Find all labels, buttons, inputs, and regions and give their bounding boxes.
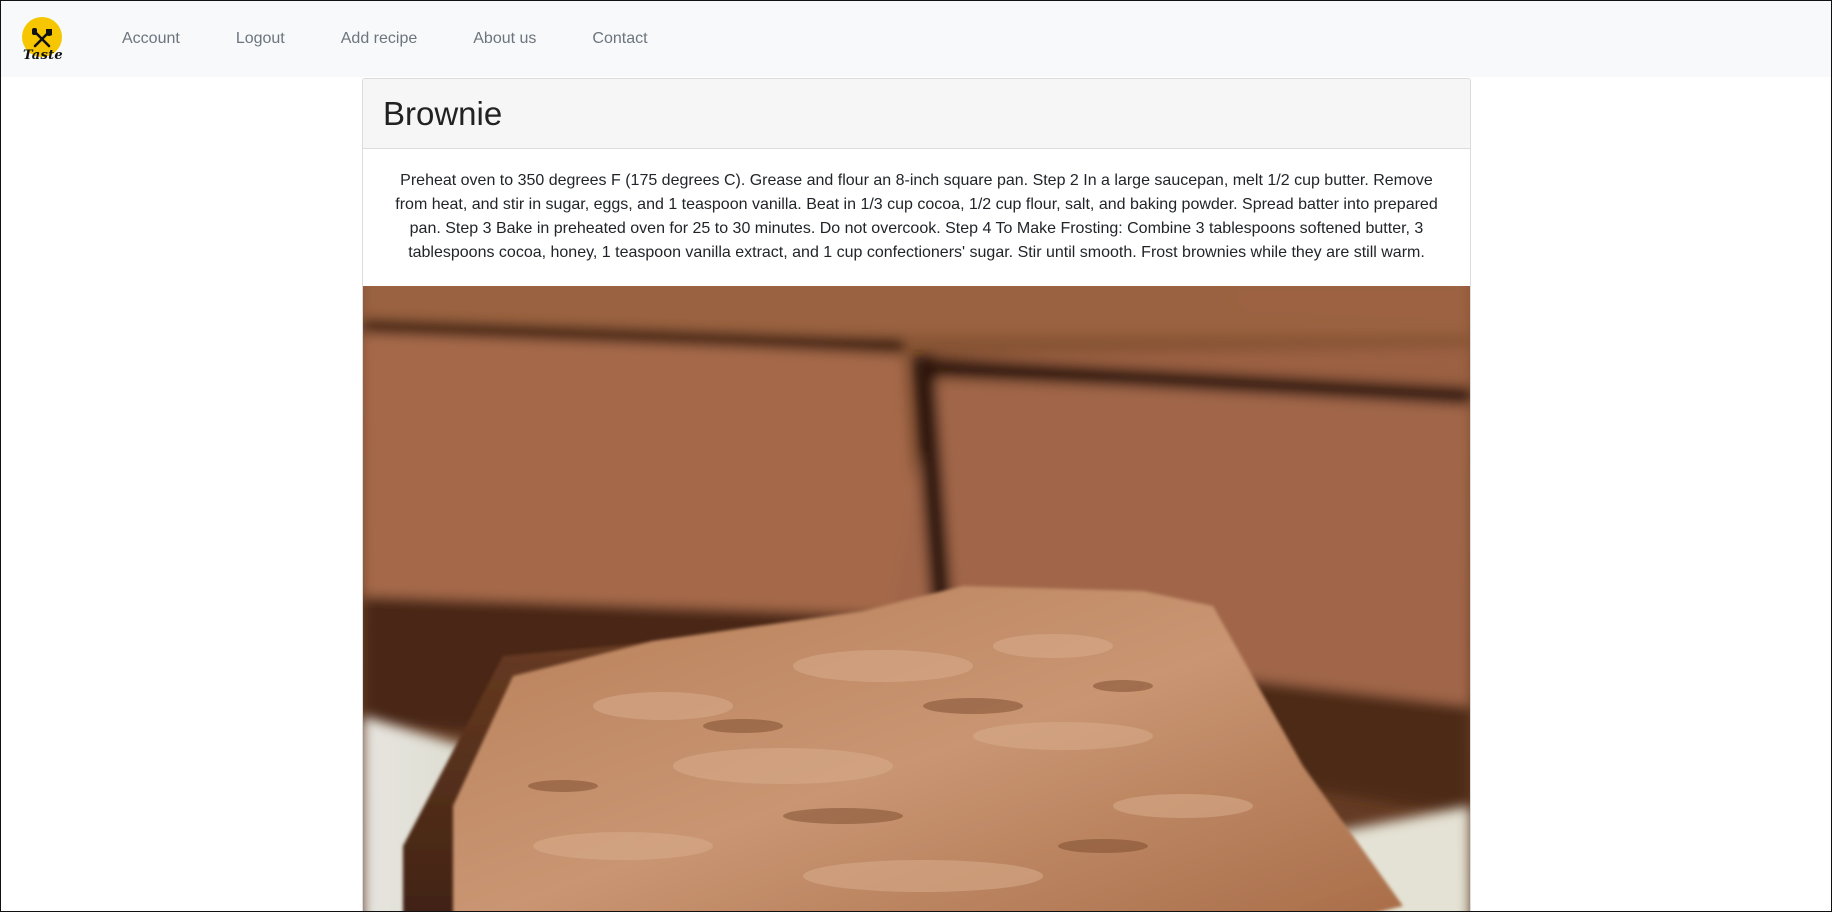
recipe-photo <box>363 286 1470 911</box>
nav-link-about-us[interactable]: About us <box>445 30 564 48</box>
site-logo[interactable]: Taste <box>19 15 67 67</box>
recipe-card: Brownie Preheat oven to 350 degrees F (1… <box>362 78 1471 911</box>
nav-links: Account Logout Add recipe About us Conta… <box>94 1 676 77</box>
logo-text: Taste <box>23 48 63 63</box>
recipe-card-header: Brownie <box>363 79 1470 149</box>
nav-link-add-recipe[interactable]: Add recipe <box>313 30 446 48</box>
nav-link-account[interactable]: Account <box>94 30 208 48</box>
browser-viewport: Taste Account Logout Add recipe About us… <box>0 0 1832 912</box>
recipe-description: Preheat oven to 350 degrees F (175 degre… <box>395 172 1438 261</box>
recipe-title: Brownie <box>383 94 503 132</box>
navbar: Taste Account Logout Add recipe About us… <box>1 1 1831 77</box>
nav-link-logout[interactable]: Logout <box>208 30 313 48</box>
nav-link-contact[interactable]: Contact <box>564 30 675 48</box>
